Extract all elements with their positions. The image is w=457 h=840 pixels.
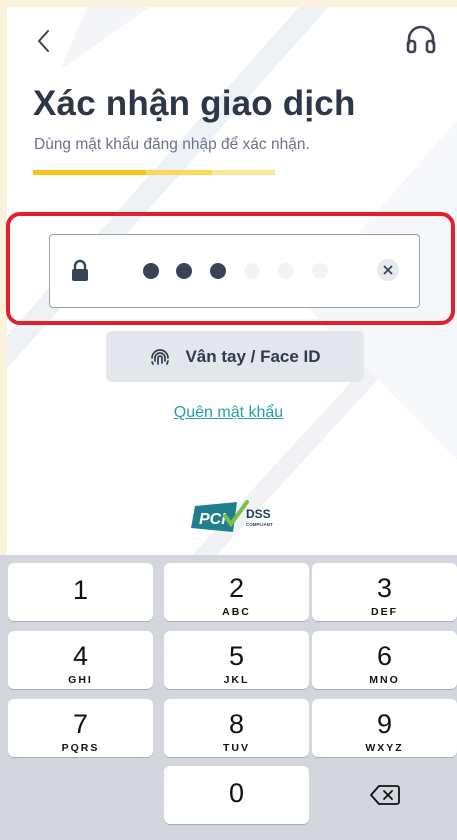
key-letters: GHI [68,674,93,686]
key-0[interactable]: 0 [164,766,309,824]
clear-x-icon[interactable] [377,259,399,281]
key-letters: JKL [223,674,250,686]
lock-icon [72,259,88,281]
key-letters: DEF [371,606,398,618]
pin-dot-empty [278,263,294,279]
key-1[interactable]: 1 [8,563,153,621]
key-letters: ABC [222,606,251,618]
key-digit: 3 [376,573,393,603]
key-letters: MNO [369,674,400,686]
pin-dot-filled [176,263,192,279]
support-button[interactable] [403,22,439,58]
key-digit: 6 [376,641,393,671]
key-digit: 0 [228,778,245,808]
compliant-text: COMPLIANT [246,522,273,527]
step-progress-bar [33,170,275,175]
back-button[interactable] [30,26,60,56]
key-6[interactable]: 6 MNO [312,631,457,689]
key-digit: 1 [72,575,89,605]
progress-segment-done [33,170,146,175]
key-8[interactable]: 8 TUV [164,699,309,757]
key-digit: 4 [72,641,89,671]
chevron-left-icon [38,30,49,52]
pci-text: PCI [199,511,226,528]
backspace-icon [370,785,400,805]
pin-dot-empty [312,263,328,279]
pin-dot-filled [143,263,159,279]
fingerprint-icon [151,348,170,365]
key-digit: 7 [72,709,89,739]
key-9[interactable]: 9 WXYZ [312,699,457,757]
page-subtitle: Dùng mật khẩu đăng nhập để xác nhận. [34,136,310,153]
key-3[interactable]: 3 DEF [312,563,457,621]
headset-icon [406,25,436,54]
progress-segment-mid [146,170,212,175]
backspace-button[interactable] [312,766,457,824]
biometric-label: Vân tay / Face ID [185,346,321,366]
key-digit: 2 [228,573,245,603]
key-digit: 8 [228,709,245,739]
key-letters: TUV [223,742,250,754]
top-edge-strip [0,0,457,7]
key-digit: 9 [376,709,393,739]
key-7[interactable]: 7 PQRS [8,699,153,757]
dss-text: DSS [246,507,271,521]
progress-segment-pending [212,170,275,175]
pin-dot-filled [210,263,226,279]
pci-dss-logo: PCI DSS COMPLIANT [191,500,273,532]
transaction-confirm-screen: Xác nhận giao dịch Dùng mật khẩu đăng nh… [0,0,457,840]
key-2[interactable]: 2 ABC [164,563,309,621]
key-letters: WXYZ [365,742,404,754]
key-letters: PQRS [61,742,100,754]
forgot-password-link[interactable]: Quên mật khẩu [0,404,457,422]
pin-dot-empty [244,263,260,279]
key-4[interactable]: 4 GHI [8,631,153,689]
biometric-button[interactable]: Vân tay / Face ID [106,331,364,382]
page-title: Xác nhận giao dịch [33,84,356,123]
key-digit: 5 [228,641,245,671]
pin-input[interactable] [49,234,420,308]
key-5[interactable]: 5 JKL [164,631,309,689]
